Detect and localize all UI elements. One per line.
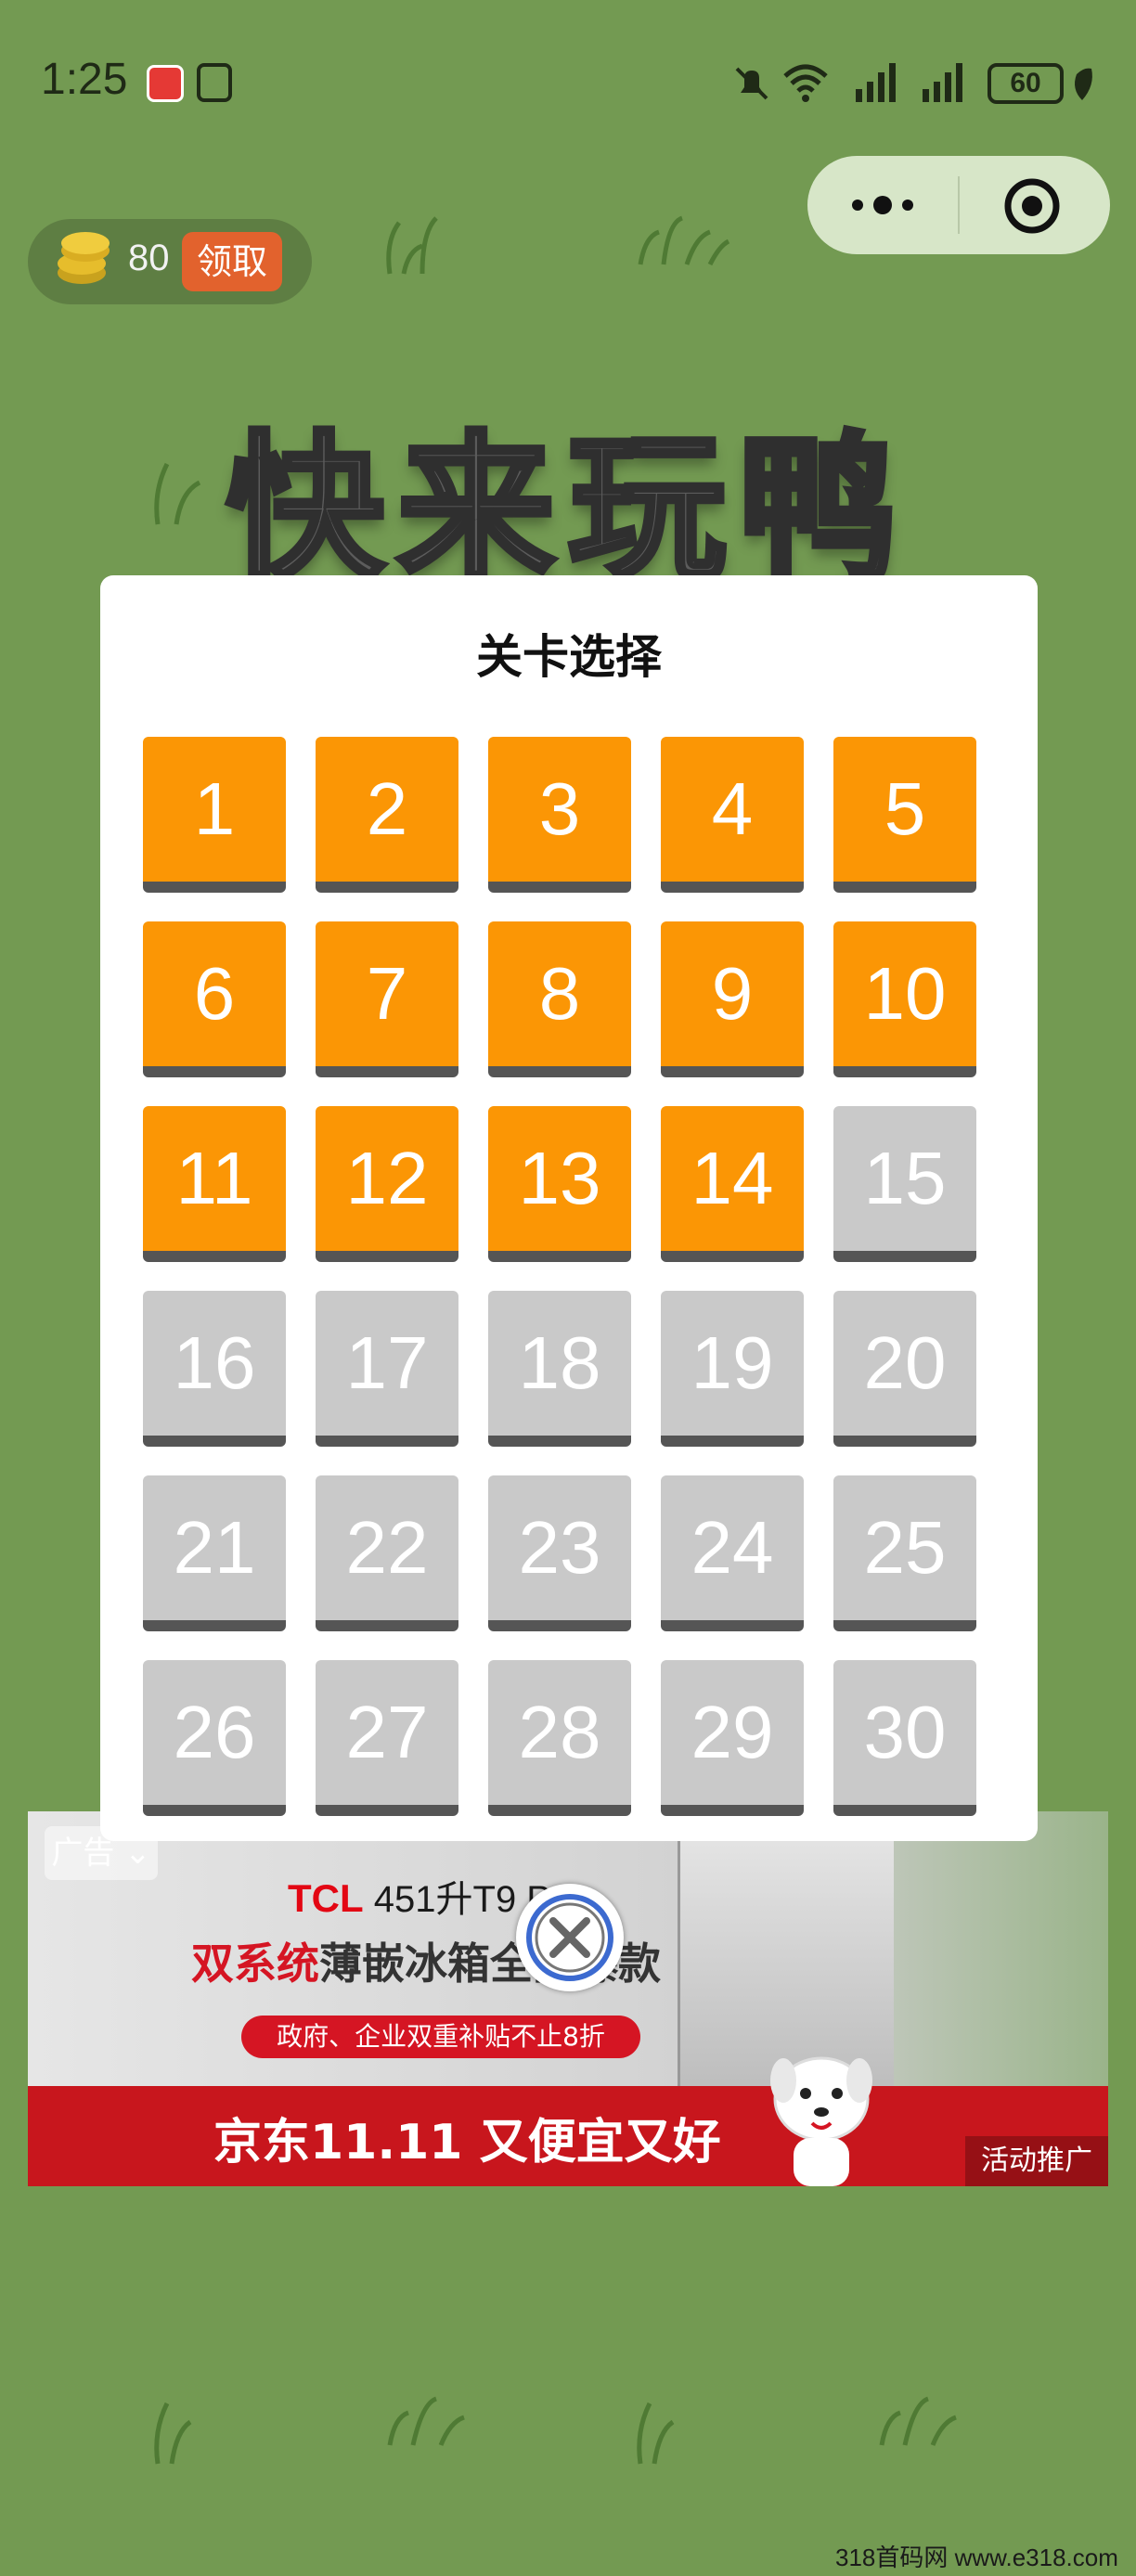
ad-brand: TCL 451升T9 P (288, 1876, 551, 1920)
coin-stack-icon (58, 232, 110, 284)
coin-count: 80 (128, 238, 170, 278)
grass-decoration (386, 216, 438, 275)
level-tile-29[interactable]: 29 (661, 1660, 804, 1816)
level-tile-27[interactable]: 27 (316, 1660, 458, 1816)
mascot-dog-icon (770, 2056, 872, 2186)
level-tile-15[interactable]: 15 (833, 1106, 976, 1262)
level-tile-20[interactable]: 20 (833, 1291, 976, 1447)
capsule-divider (958, 176, 960, 234)
claim-button[interactable]: 领取 (182, 232, 282, 291)
level-tile-16[interactable]: 16 (143, 1291, 286, 1447)
level-tile-3[interactable]: 3 (488, 737, 631, 893)
more-options-icon[interactable] (848, 186, 917, 225)
level-tile-13[interactable]: 13 (488, 1106, 631, 1262)
close-ad-button[interactable] (516, 1884, 624, 1991)
watermark: 318首码网 www.e318.com (835, 2544, 1118, 2571)
level-tile-2[interactable]: 2 (316, 737, 458, 893)
level-tile-18[interactable]: 18 (488, 1291, 631, 1447)
wifi-icon (783, 64, 828, 102)
level-tile-28[interactable]: 28 (488, 1660, 631, 1816)
level-tile-12[interactable]: 12 (316, 1106, 458, 1262)
modal-title: 关卡选择 (476, 630, 662, 684)
level-tile-8[interactable]: 8 (488, 921, 631, 1077)
level-tile-24[interactable]: 24 (661, 1475, 804, 1631)
ad-promo-tag[interactable]: 活动推广 (965, 2136, 1108, 2186)
level-tile-9[interactable]: 9 (661, 921, 804, 1077)
level-tile-7[interactable]: 7 (316, 921, 458, 1077)
level-select-modal: 关卡选择 1 2 3 4 5 6 7 8 9 10 11 12 13 14 15 16 17 18 19 20 21 22… (100, 575, 1038, 1841)
level-tile-26[interactable]: 26 (143, 1660, 286, 1816)
level-tile-21[interactable]: 21 (143, 1475, 286, 1631)
leaf-icon (1075, 68, 1092, 100)
level-tile-14[interactable]: 14 (661, 1106, 804, 1262)
level-tile-17[interactable]: 17 (316, 1291, 458, 1447)
level-tile-1[interactable]: 1 (143, 737, 286, 893)
grass-decoration (637, 2402, 675, 2465)
close-miniprogram-icon[interactable] (1002, 176, 1062, 236)
level-tile-10[interactable]: 10 (833, 921, 976, 1077)
level-tile-23[interactable]: 23 (488, 1475, 631, 1631)
close-icon (526, 1894, 613, 1981)
ad-slogan: 京东11.11 又便宜又好 (213, 2115, 721, 2170)
level-tile-22[interactable]: 22 (316, 1475, 458, 1631)
level-tile-30[interactable]: 30 (833, 1660, 976, 1816)
grass-decoration (154, 2402, 192, 2465)
grass-decoration (879, 2396, 957, 2446)
signal-icon (856, 63, 896, 102)
mute-icon (735, 67, 768, 100)
level-tile-25[interactable]: 25 (833, 1475, 976, 1631)
level-tile-5[interactable]: 5 (833, 737, 976, 893)
battery-indicator: 60 (988, 63, 1064, 104)
level-tile-19[interactable]: 19 (661, 1291, 804, 1447)
app-notification-icon (147, 65, 184, 102)
status-time: 1:25 (41, 55, 128, 104)
level-tile-6[interactable]: 6 (143, 921, 286, 1077)
ad-subsidy: 政府、企业双重补贴不止8折 (241, 2016, 640, 2058)
level-tile-11[interactable]: 11 (143, 1106, 286, 1262)
grass-decoration (638, 215, 730, 266)
grass-decoration (387, 2396, 465, 2446)
level-tile-4[interactable]: 4 (661, 737, 804, 893)
ad-banner[interactable]: 广告 ⌄ TCL 451升T9 P 双系统薄嵌冰箱全网爆款 政府、企业双重补贴不… (28, 1811, 1108, 2186)
signal-icon (923, 63, 962, 102)
nfc-icon (197, 63, 232, 102)
